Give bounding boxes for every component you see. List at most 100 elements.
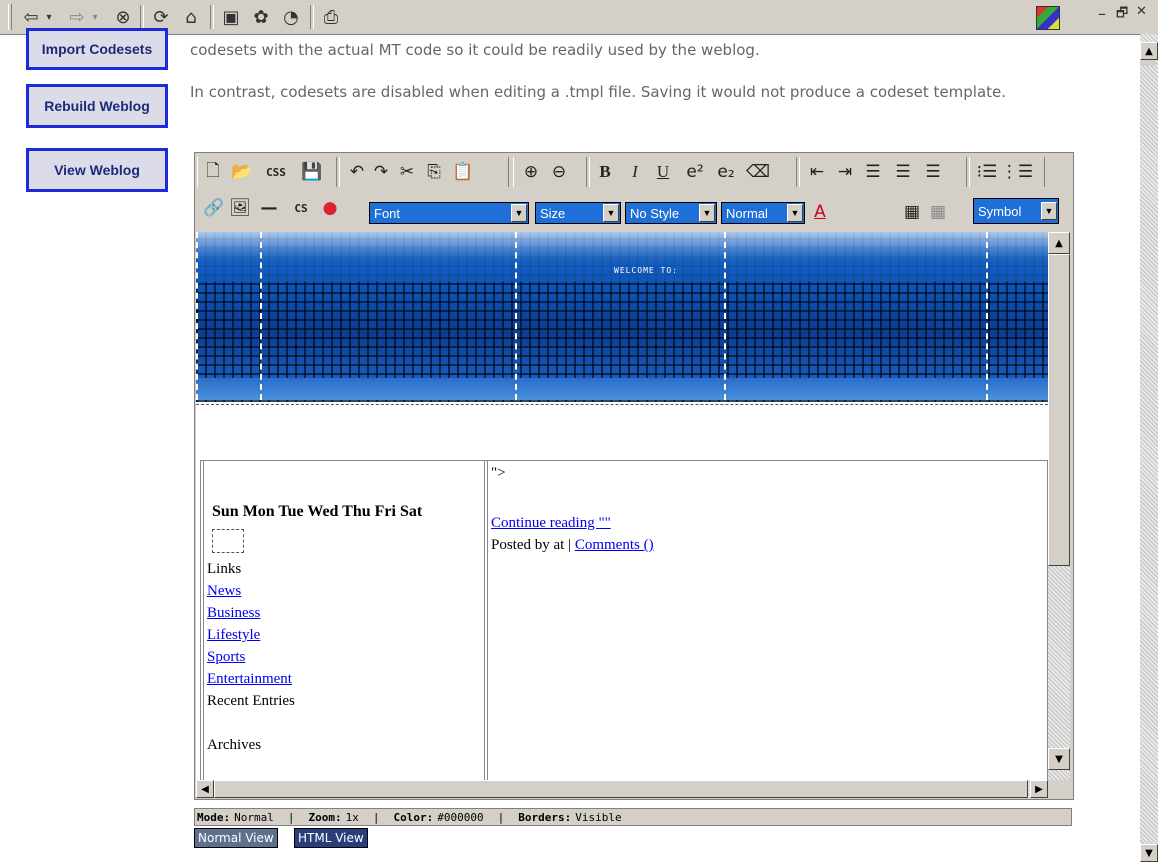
text-color-icon[interactable]: A — [809, 201, 831, 223]
history-icon[interactable]: ◔ — [280, 6, 302, 28]
scroll-up-arrow-icon[interactable]: ▲ — [1048, 232, 1070, 254]
banner-bottom — [196, 378, 1048, 400]
continue-reading-link[interactable]: Continue reading "" — [491, 515, 611, 532]
font-select[interactable]: Font ▼ — [369, 202, 529, 224]
zoom-out-icon[interactable]: ⊖ — [547, 161, 571, 183]
align-left-icon[interactable]: ☰ — [861, 161, 885, 183]
css-button[interactable]: CSS — [261, 161, 291, 183]
editor-status-bar: Mode: Normal | Zoom: 1x | Color: #000000… — [194, 808, 1072, 826]
table-properties-icon[interactable]: ▦ — [927, 201, 949, 223]
open-folder-icon[interactable]: 📂 — [231, 161, 253, 183]
scroll-left-arrow-icon[interactable]: ◀ — [196, 780, 214, 798]
ordered-list-icon[interactable]: ⁝☰ — [975, 161, 999, 183]
links-heading: Links — [207, 561, 242, 577]
status-divider: | — [497, 810, 505, 824]
zoom-label: Zoom: — [308, 810, 342, 824]
import-codesets-button[interactable]: Import Codesets — [26, 28, 168, 70]
html-view-tab[interactable]: HTML View — [294, 828, 368, 848]
favorites-icon[interactable]: ✿ — [250, 6, 272, 28]
insert-link-icon[interactable]: 🔗 — [203, 197, 225, 219]
page-scrollbar[interactable]: ▲ ▼ — [1140, 34, 1158, 862]
calendar-header: Sun Mon Tue Wed Thu Fri Sat — [212, 503, 423, 520]
forward-dropdown-icon[interactable]: ▾ — [90, 6, 100, 28]
borders-label: Borders: — [518, 810, 572, 824]
link-business[interactable]: Business — [207, 605, 260, 622]
html-fragment: "> — [491, 465, 506, 481]
editor-horizontal-scrollbar[interactable]: ◀ ▶ — [196, 780, 1048, 798]
scroll-down-arrow-icon[interactable]: ▼ — [1048, 748, 1070, 770]
status-divider: | — [372, 810, 380, 824]
size-select[interactable]: Size ▼ — [535, 202, 621, 224]
description-line-2: In contrast, codesets are disabled when … — [190, 83, 1007, 101]
close-button[interactable]: ✕ — [1136, 4, 1147, 19]
link-lifestyle[interactable]: Lifestyle — [207, 627, 260, 644]
banner-image: WELCOME TO: — [196, 232, 1048, 402]
comments-link[interactable]: Comments () — [575, 537, 654, 553]
indent-icon[interactable]: ⇥ — [833, 161, 857, 183]
format-select[interactable]: Normal ▼ — [721, 202, 805, 224]
cell-border — [260, 232, 262, 400]
search-icon[interactable]: ▣ — [220, 6, 242, 28]
style-select[interactable]: No Style ▼ — [625, 202, 717, 224]
posted-by-line: Posted by at | Comments () — [491, 537, 654, 554]
redo-icon[interactable]: ↷ — [371, 161, 391, 183]
zoom-in-icon[interactable]: ⊕ — [519, 161, 543, 183]
scroll-up-arrow-icon[interactable]: ▲ — [1140, 42, 1158, 60]
dropdown-arrow-icon[interactable]: ▼ — [511, 204, 527, 222]
insert-image-icon[interactable]: 🖼 — [229, 197, 251, 219]
bold-button[interactable]: B — [595, 161, 615, 183]
normal-view-tab[interactable]: Normal View — [194, 828, 278, 848]
zoom-value: 1x — [345, 810, 359, 824]
superscript-icon[interactable]: e² — [683, 161, 707, 183]
link-sports[interactable]: Sports — [207, 649, 245, 666]
outdent-icon[interactable]: ⇤ — [805, 161, 829, 183]
underline-button[interactable]: U — [653, 161, 673, 183]
rebuild-weblog-button[interactable]: Rebuild Weblog — [26, 84, 168, 128]
horizontal-rule-icon[interactable]: — — [255, 197, 283, 219]
toolbar-separator — [210, 5, 214, 29]
new-document-icon[interactable]: 🗋 — [203, 161, 223, 183]
eraser-icon[interactable]: ⌫ — [745, 161, 771, 183]
align-center-icon[interactable]: ☰ — [891, 161, 915, 183]
print-icon[interactable]: ⎙ — [320, 6, 342, 28]
italic-button[interactable]: I — [625, 161, 645, 183]
scroll-right-arrow-icon[interactable]: ▶ — [1030, 780, 1048, 798]
align-right-icon[interactable]: ☰ — [921, 161, 945, 183]
link-news[interactable]: News — [207, 583, 241, 600]
editor-scroll-thumb[interactable] — [1048, 254, 1070, 566]
unordered-list-icon[interactable]: ⋮☰ — [1001, 161, 1033, 183]
symbol-select-value: Symbol — [978, 203, 1022, 219]
dropdown-arrow-icon[interactable]: ▼ — [1041, 202, 1057, 220]
paste-icon[interactable]: 📋 — [451, 161, 475, 183]
insert-table-icon[interactable]: ▦ — [901, 201, 923, 223]
view-weblog-button[interactable]: View Weblog — [26, 148, 168, 192]
back-icon[interactable]: ⇦ — [20, 6, 42, 28]
editor-vertical-scrollbar[interactable]: ▲ ▼ — [1048, 232, 1070, 780]
undo-icon[interactable]: ↶ — [347, 161, 367, 183]
editor-hscroll-thumb[interactable] — [214, 780, 1028, 798]
forward-icon[interactable]: ⇨ — [66, 6, 88, 28]
status-divider: | — [287, 810, 295, 824]
codeset-button[interactable]: CS — [287, 197, 315, 219]
stop-icon[interactable]: ⊗ — [112, 6, 134, 28]
page-scroll-thumb[interactable] — [1140, 60, 1156, 66]
link-entertainment[interactable]: Entertainment — [207, 671, 292, 688]
flash-icon[interactable]: ● — [319, 197, 341, 219]
cut-icon[interactable]: ✂ — [397, 161, 417, 183]
symbol-select[interactable]: Symbol ▼ — [973, 198, 1059, 224]
back-dropdown-icon[interactable]: ▾ — [44, 6, 54, 28]
copy-icon[interactable]: ⎘ — [423, 161, 445, 183]
dropdown-arrow-icon[interactable]: ▼ — [699, 204, 715, 222]
editor-content[interactable]: WELCOME TO: Sun Mon Tue Wed Thu Fri Sat … — [196, 232, 1048, 780]
editor-toolbar-row-1: 🗋 📂 CSS 💾 ↶ ↷ ✂ ⎘ 📋 ⊕ ⊖ B I U e² e₂ ⌫ ⇤ … — [197, 155, 1069, 189]
windows-logo-icon — [1036, 6, 1060, 30]
scroll-down-arrow-icon[interactable]: ▼ — [1140, 844, 1158, 862]
refresh-icon[interactable]: ⟳ — [150, 6, 172, 28]
dropdown-arrow-icon[interactable]: ▼ — [787, 204, 803, 222]
save-icon[interactable]: 💾 — [301, 161, 323, 183]
dropdown-arrow-icon[interactable]: ▼ — [603, 204, 619, 222]
restore-button[interactable]: 🗗 — [1116, 4, 1128, 26]
home-icon[interactable]: ⌂ — [180, 6, 202, 28]
subscript-icon[interactable]: e₂ — [713, 161, 739, 183]
minimize-button[interactable]: – — [1098, 4, 1106, 23]
